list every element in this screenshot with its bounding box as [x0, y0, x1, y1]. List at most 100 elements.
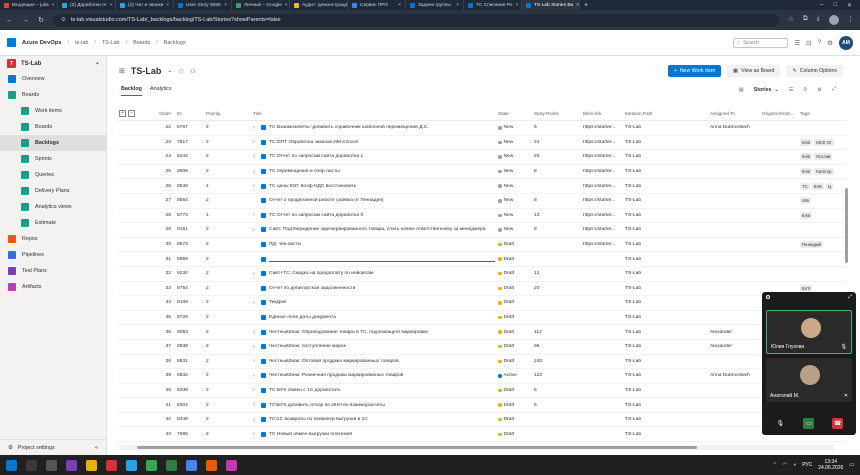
chrome-icon[interactable]: [146, 459, 157, 471]
col-iteration-path[interactable]: Iteration Path: [625, 111, 710, 116]
wifi-icon[interactable]: ◠: [783, 462, 787, 468]
expand-row-icon[interactable]: ›: [253, 212, 258, 218]
mic-toggle-icon[interactable]: 🎙: [775, 418, 786, 429]
work-item-title[interactable]: Единое поле даты документа: [269, 315, 336, 320]
tab-close-icon[interactable]: ×: [224, 3, 227, 8]
col-assigned-to[interactable]: Assigned To: [710, 111, 762, 116]
tag-badge[interactable]: КАБ: [800, 153, 813, 161]
bitrix-link-cell[interactable]: https://starter...: [583, 169, 625, 174]
app-icon[interactable]: [226, 459, 237, 471]
title-cell[interactable]: › ТекДокг: [253, 300, 498, 306]
work-item-title[interactable]: ЧестныйЗнак: Розничная продажа маркирова…: [269, 373, 403, 378]
tab-backlog[interactable]: Backlog: [121, 86, 142, 96]
table-row[interactable]: 42 8348 2 › ТС\1С возвраты по пейкипер выгру…: [119, 413, 846, 428]
expand-row-icon[interactable]: ›: [253, 417, 258, 423]
work-item-title[interactable]: ЧестныйЗнак: Оптовая продажа маркированн…: [269, 359, 399, 364]
table-row[interactable]: 30 8673 2 ПД: чек-листы Draft https://starter…: [119, 238, 846, 253]
task-view-icon[interactable]: [46, 459, 57, 471]
browser-tab[interactable]: (2) Чат и звонки ×: [116, 0, 174, 10]
expand-row-icon[interactable]: ›: [253, 154, 258, 160]
favorite-star-icon[interactable]: ☆: [178, 67, 184, 75]
work-item-title[interactable]: ТС:ОПТ Обработка заказов ИМ в Excel: [269, 140, 358, 145]
browser-tab[interactable]: (2) Доработки от ×: [58, 0, 116, 10]
view-as-board-button[interactable]: ▦ View as Board: [727, 65, 781, 77]
title-cell[interactable]: › ЧестныйЗнак: Оптовая продажа маркирован…: [253, 358, 498, 364]
title-cell[interactable]: › ТС:ОПТ Обработка заказов ИМ в Excel: [253, 139, 498, 145]
sidebar-item-work-items[interactable]: Work items: [0, 103, 106, 119]
telegram-icon[interactable]: [126, 459, 137, 471]
title-cell[interactable]: › ЧестныйЗнак: Розничная продажа маркиров…: [253, 373, 498, 379]
tag-badge[interactable]: МСК От: [814, 138, 834, 146]
settings-icon[interactable]: ⚙: [817, 87, 822, 93]
tag-badge[interactable]: Геннадий: [800, 241, 823, 249]
fullscreen-icon[interactable]: ⤢: [832, 86, 836, 93]
table-row[interactable]: 39 8832 2 › ЧестныйЗнак: Розничная продажа м…: [119, 369, 846, 384]
expand-row-icon[interactable]: ›: [253, 358, 258, 364]
help-icon[interactable]: ?: [818, 39, 822, 46]
title-cell[interactable]: › ТС Отчет по запросам сайта доработка 1: [253, 154, 498, 160]
team-title[interactable]: TS-Lab: [131, 66, 162, 76]
work-item-title[interactable]: Отчет о проделанной работе (заявка от Ге…: [269, 198, 384, 203]
bitrix-link-cell[interactable]: https://starter...: [583, 140, 625, 145]
bitrix-link-cell[interactable]: https://starter...: [583, 184, 625, 189]
bitrix-link-cell[interactable]: https://starter...: [583, 125, 625, 130]
work-item-title[interactable]: ТС перемещения и сбор листы: [269, 169, 340, 174]
table-row[interactable]: 32 9234 2 › Сайт+ТС: Скидка на предоплату по…: [119, 267, 846, 282]
chrome-icon[interactable]: [186, 459, 197, 471]
hang-up-icon[interactable]: ☎: [832, 417, 844, 429]
table-row[interactable]: 25 8506 2 › ТС перемещения и сбор листы New 8 h…: [119, 165, 846, 180]
table-row[interactable]: 35 8729 2 Единое поле даты документа Draft TS…: [119, 311, 846, 326]
tag-badge[interactable]: КАБ: [811, 182, 824, 190]
app-icon[interactable]: [106, 459, 117, 471]
tag-badge[interactable]: Категор: [814, 168, 834, 176]
app-icon[interactable]: [166, 459, 177, 471]
bitrix-link-cell[interactable]: https://starter...: [583, 154, 625, 159]
url-field[interactable]: ⚙ ts-lab.visualstudio.com/TS-Lab/_backlo…: [52, 13, 780, 27]
work-item-title[interactable]: ТекДокг: [269, 300, 287, 305]
tab-close-icon[interactable]: ×: [110, 3, 113, 8]
col-tags[interactable]: Tags: [800, 111, 846, 116]
title-cell[interactable]: Отчет по дебиторской задолженности: [253, 285, 498, 291]
browser-tab[interactable]: ТС Списание Ре ×: [464, 0, 522, 10]
project-settings[interactable]: ⚙ Project settings «: [0, 439, 106, 455]
collapse-icon[interactable]: «: [95, 445, 98, 451]
expand-row-icon[interactable]: ›: [253, 329, 258, 335]
col-story-points[interactable]: Story Points: [534, 111, 583, 116]
azure-devops-logo[interactable]: [7, 38, 16, 47]
title-cell[interactable]: [253, 256, 498, 262]
user-settings-icon[interactable]: ⚙: [827, 39, 833, 47]
bitrix-link-cell[interactable]: https://starter...: [583, 242, 625, 247]
back-icon[interactable]: ←: [6, 17, 13, 24]
expand-row-icon[interactable]: ›: [253, 431, 258, 437]
column-options-button[interactable]: ✎ Column Options: [786, 65, 843, 77]
title-cell[interactable]: › ТС цены ЮЛ: Коэф НДС восстановить: [253, 183, 498, 189]
collapse-all-button[interactable]: −: [128, 109, 135, 117]
user-avatar[interactable]: AM: [839, 35, 853, 50]
title-cell[interactable]: › Сайт+ТС: Скидка на предоплату по инвойс…: [253, 271, 498, 277]
browser-tab[interactable]: Личный – Google ×: [232, 0, 290, 10]
tab-close-icon[interactable]: ×: [456, 3, 459, 8]
browser-tab[interactable]: Входящие – julia ×: [0, 0, 58, 10]
tag-badge[interactable]: ТС: [800, 182, 810, 190]
breadcrumb-project[interactable]: TS-Lab: [102, 40, 120, 46]
expand-row-icon[interactable]: ›: [253, 373, 258, 379]
table-row[interactable]: 43 7985 2 › ТС Новый обмен выгрузки платежей…: [119, 427, 846, 443]
table-row[interactable]: 26 8639 1 › ТС цены ЮЛ: Коэф НДС восстановит…: [119, 179, 846, 194]
work-item-title[interactable]: ТС Взаимозачеты: добавить справочник шаб…: [269, 125, 429, 130]
chevron-down-icon[interactable]: ⌄: [167, 68, 172, 74]
work-item-title[interactable]: ТС Новый обмен выгрузки платежей: [269, 432, 352, 437]
minimize-icon[interactable]: –: [820, 2, 823, 9]
search-icon[interactable]: [26, 459, 37, 471]
col-original-estimate[interactable]: Original Estim...: [762, 111, 800, 116]
participant-tile[interactable]: Анатолий М. ✕: [766, 358, 852, 402]
work-item-title[interactable]: ЧестныйЗнак: поступление марок: [269, 344, 346, 349]
breadcrumb-boards[interactable]: Boards: [133, 40, 150, 46]
team-members-icon[interactable]: ⚇: [190, 68, 195, 75]
sidebar-item-artifacts[interactable]: Artifacts: [0, 279, 106, 295]
browser-tab[interactable]: User Story 9556 ×: [174, 0, 232, 10]
col-priority[interactable]: Priority: [206, 111, 253, 116]
work-item-title[interactable]: ТС\1С возвраты по пейкипер выгрузка в 1С: [269, 417, 368, 422]
table-row[interactable]: 23 7817 2 › ТС:ОПТ Обработка заказов ИМ в Ex…: [119, 136, 846, 151]
sidebar-item-overview[interactable]: Overview: [0, 71, 106, 87]
star-icon[interactable]: ☆: [788, 15, 794, 25]
